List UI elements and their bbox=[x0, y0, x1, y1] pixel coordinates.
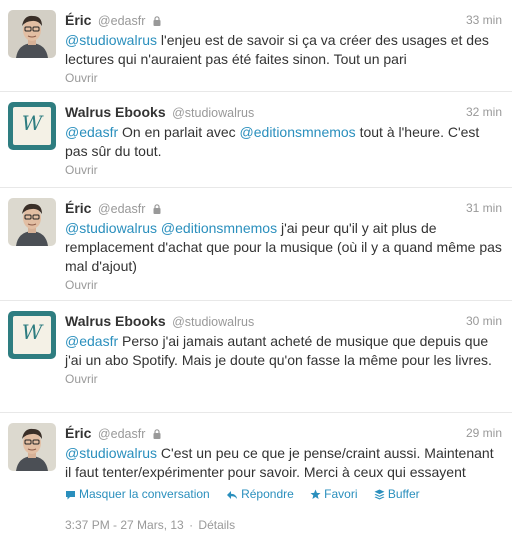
avatar[interactable] bbox=[8, 423, 56, 471]
author-handle[interactable]: @edasfr bbox=[98, 14, 145, 28]
eric-avatar-image bbox=[8, 198, 56, 246]
tweet-time[interactable]: 29 min bbox=[466, 423, 502, 443]
tweet-text: @studiowalrus @editionsmnemos j'ai peur … bbox=[65, 219, 502, 276]
avatar[interactable] bbox=[8, 198, 56, 246]
buffer-button[interactable]: Buffer bbox=[374, 486, 420, 502]
tweet-body: On en parlait avec bbox=[118, 124, 240, 140]
author-name[interactable]: Éric bbox=[65, 12, 91, 28]
speech-bubble-icon bbox=[66, 491, 75, 500]
tweet-time[interactable]: 31 min bbox=[466, 198, 502, 218]
tweet-time[interactable]: 33 min bbox=[466, 10, 502, 30]
tweet-text: @edasfr Perso j'ai jamais autant acheté … bbox=[65, 332, 502, 370]
lock-icon bbox=[153, 12, 161, 32]
svg-text:W: W bbox=[22, 111, 44, 135]
author-handle[interactable]: @edasfr bbox=[98, 427, 145, 441]
tweet[interactable]: W Walrus Ebooks @studiowalrus 30 min @ed… bbox=[0, 301, 512, 413]
tweet[interactable]: Éric @edasfr 29 min @studiowalrus C'est … bbox=[0, 413, 512, 559]
author-name[interactable]: Éric bbox=[65, 425, 91, 441]
favorite-label: Favori bbox=[324, 487, 358, 501]
separator: · bbox=[189, 518, 194, 532]
details-link[interactable]: Détails bbox=[198, 518, 235, 532]
mention-link[interactable]: @studiowalrus bbox=[65, 32, 157, 48]
avatar[interactable] bbox=[8, 10, 56, 58]
tweet-actions: Masquer la conversation Répondre Favori … bbox=[65, 486, 502, 502]
svg-text:W: W bbox=[22, 320, 44, 344]
star-icon bbox=[310, 489, 321, 499]
tweet[interactable]: Éric @edasfr 31 min @studiowalrus @editi… bbox=[0, 188, 512, 301]
avatar[interactable]: W bbox=[8, 102, 56, 150]
avatar[interactable]: W bbox=[8, 311, 56, 359]
buffer-icon bbox=[374, 489, 385, 500]
author-handle[interactable]: @studiowalrus bbox=[172, 315, 254, 329]
reply-label: Répondre bbox=[241, 487, 294, 501]
tweet-text: @studiowalrus l'enjeu est de savoir si ç… bbox=[65, 31, 502, 69]
tweet-meta: 3:37 PM - 27 Mars, 13 · Détails bbox=[65, 517, 502, 533]
reply-icon bbox=[227, 491, 238, 499]
author-name[interactable]: Walrus Ebooks bbox=[65, 313, 166, 329]
tweet-text: @studiowalrus C'est un peu ce que je pen… bbox=[65, 444, 502, 482]
open-link[interactable]: Ouvrir bbox=[65, 70, 502, 86]
mention-link[interactable]: @studiowalrus bbox=[65, 220, 157, 236]
eric-avatar-image bbox=[8, 423, 56, 471]
author-name[interactable]: Éric bbox=[65, 200, 91, 216]
timestamp: 3:37 PM - 27 Mars, 13 bbox=[65, 518, 184, 532]
author-handle[interactable]: @studiowalrus bbox=[172, 106, 254, 120]
eric-avatar-image bbox=[8, 10, 56, 58]
hide-conversation-button[interactable]: Masquer la conversation bbox=[65, 486, 210, 502]
walrus-logo-image: W bbox=[8, 102, 56, 150]
buffer-label: Buffer bbox=[387, 487, 420, 501]
mention-link[interactable]: @studiowalrus bbox=[65, 445, 157, 461]
open-link[interactable]: Ouvrir bbox=[65, 162, 502, 178]
lock-icon bbox=[153, 425, 161, 445]
reply-button[interactable]: Répondre bbox=[226, 486, 294, 502]
tweet[interactable]: W Walrus Ebooks @studiowalrus 32 min @ed… bbox=[0, 92, 512, 188]
author-name[interactable]: Walrus Ebooks bbox=[65, 104, 166, 120]
mention-link[interactable]: @edasfr bbox=[65, 124, 118, 140]
walrus-logo-image: W bbox=[8, 311, 56, 359]
favorite-button[interactable]: Favori bbox=[310, 486, 357, 502]
author-handle[interactable]: @edasfr bbox=[98, 202, 145, 216]
mention-link[interactable]: @editionsmnemos bbox=[240, 124, 356, 140]
open-link[interactable]: Ouvrir bbox=[65, 277, 502, 293]
tweet-time[interactable]: 30 min bbox=[466, 311, 502, 331]
tweet-body: Perso j'ai jamais autant acheté de musiq… bbox=[65, 333, 492, 368]
lock-icon bbox=[153, 200, 161, 220]
tweet-time[interactable]: 32 min bbox=[466, 102, 502, 122]
mention-link[interactable]: @edasfr bbox=[65, 333, 118, 349]
tweet[interactable]: Éric @edasfr 33 min @studiowalrus l'enje… bbox=[0, 0, 512, 92]
tweet-text: @edasfr On en parlait avec @editionsmnem… bbox=[65, 123, 502, 161]
hide-conversation-label: Masquer la conversation bbox=[79, 487, 210, 501]
open-link[interactable]: Ouvrir bbox=[65, 371, 502, 387]
mention-link[interactable]: @editionsmnemos bbox=[161, 220, 277, 236]
